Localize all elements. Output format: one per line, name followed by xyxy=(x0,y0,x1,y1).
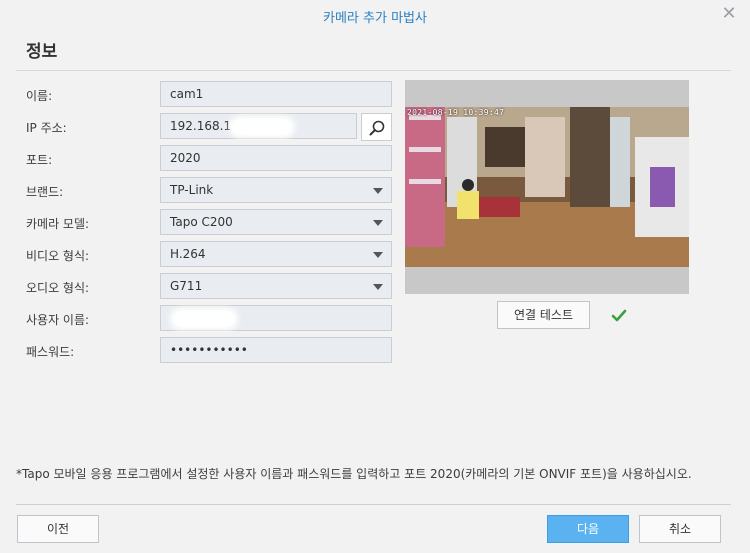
check-icon xyxy=(611,309,627,322)
ip-input[interactable]: 192.168.1 xyxy=(160,113,357,139)
ip-value: 192.168.1 xyxy=(170,119,232,133)
audio-format-label: 오디오 형식: xyxy=(26,281,90,295)
password-input[interactable]: ••••••••••• xyxy=(160,337,392,363)
username-input[interactable] xyxy=(160,305,392,331)
redaction-mark xyxy=(174,311,234,326)
search-icon xyxy=(369,120,385,136)
password-label: 패스워드: xyxy=(26,345,75,359)
dialog-title: 카메라 추가 마법사 xyxy=(323,11,427,26)
chevron-down-icon xyxy=(373,188,383,194)
username-label: 사용자 이름: xyxy=(26,313,90,327)
model-select[interactable]: Tapo C200 xyxy=(160,209,392,235)
port-input[interactable]: 2020 xyxy=(160,145,392,171)
ip-label: IP 주소: xyxy=(26,121,67,135)
test-connection-button[interactable]: 연결 테스트 xyxy=(497,301,590,329)
port-label: 포트: xyxy=(26,153,53,167)
brand-select[interactable]: TP-Link xyxy=(160,177,392,203)
divider xyxy=(16,504,731,505)
search-button[interactable] xyxy=(361,113,392,141)
audio-format-value: G711 xyxy=(170,279,203,293)
brand-value: TP-Link xyxy=(170,183,214,197)
video-format-label: 비디오 형식: xyxy=(26,249,90,263)
chevron-down-icon xyxy=(373,284,383,290)
divider xyxy=(16,70,731,71)
previous-button[interactable]: 이전 xyxy=(17,515,99,543)
audio-format-select[interactable]: G711 xyxy=(160,273,392,299)
section-title: 정보 xyxy=(26,42,58,62)
model-value: Tapo C200 xyxy=(170,215,233,229)
title-bar: 카메라 추가 마법사 ✕ xyxy=(0,0,750,30)
preview-timestamp: 2021-08-19 10:39:47 xyxy=(407,108,505,117)
camera-preview: 2021-08-19 10:39:47 xyxy=(405,80,689,294)
cancel-button[interactable]: 취소 xyxy=(639,515,721,543)
instruction-note: *Tapo 모바일 응용 프로그램에서 설정한 사용자 이름과 패스워드를 입력… xyxy=(16,467,692,481)
name-input[interactable]: cam1 xyxy=(160,81,392,107)
brand-label: 브랜드: xyxy=(26,185,64,199)
chevron-down-icon xyxy=(373,252,383,258)
chevron-down-icon xyxy=(373,220,383,226)
video-format-value: H.264 xyxy=(170,247,206,261)
model-label: 카메라 모델: xyxy=(26,217,90,231)
name-label: 이름: xyxy=(26,89,53,103)
close-icon[interactable]: ✕ xyxy=(720,5,738,23)
add-camera-wizard-dialog: 카메라 추가 마법사 ✕ 정보 이름: cam1 IP 주소: 192.168.… xyxy=(0,0,750,553)
video-format-select[interactable]: H.264 xyxy=(160,241,392,267)
next-button[interactable]: 다음 xyxy=(547,515,629,543)
redaction-mark xyxy=(233,119,292,134)
preview-image xyxy=(405,107,689,267)
